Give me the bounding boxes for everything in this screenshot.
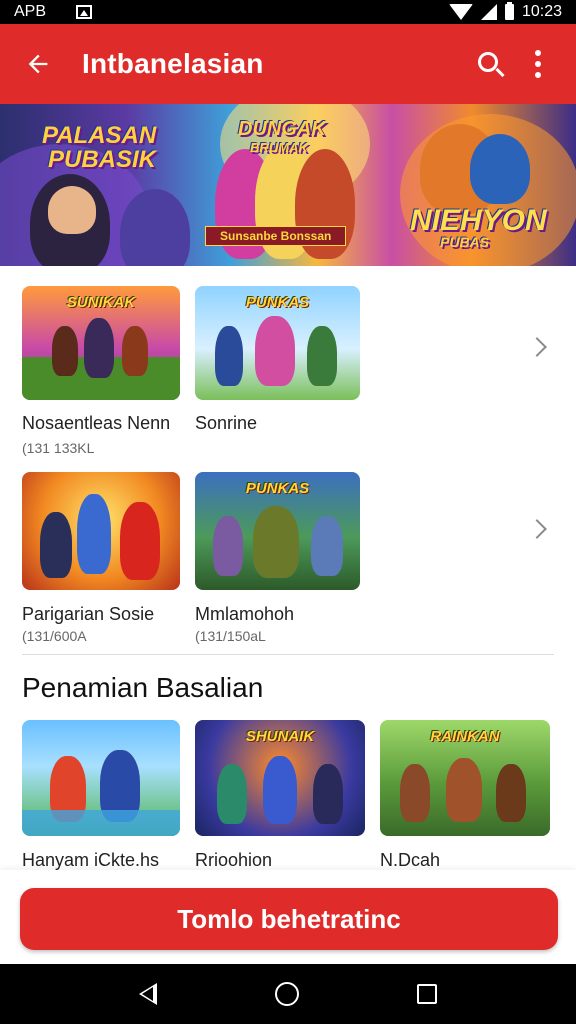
system-nav-bar (0, 964, 576, 1024)
wifi-icon (448, 4, 473, 20)
signal-icon (480, 4, 497, 20)
game-subtitle: (131 133KL (22, 440, 95, 456)
image-notification-icon (76, 5, 93, 19)
nav-back-icon[interactable] (139, 983, 157, 1005)
clock: 10:23 (521, 3, 562, 20)
game-subtitle: (131/150aL (195, 628, 266, 644)
banner-text-left-2: PUBASIK (48, 146, 157, 173)
chevron-right-icon[interactable] (527, 337, 547, 357)
page-title: Intbanelasian (82, 48, 264, 79)
game-art-label: SUNIKAK (66, 294, 136, 311)
game-title[interactable]: Parigarian Sosie (22, 604, 154, 625)
primary-action-button[interactable]: Tomlo behetratinc (20, 888, 558, 950)
more-vert-icon (535, 50, 541, 78)
back-button[interactable] (14, 40, 62, 88)
game-thumbnail-2[interactable]: PUNKAS (195, 286, 360, 400)
more-options-button[interactable] (514, 40, 562, 88)
game-art-label: RAINKAN (430, 728, 500, 745)
featured-banner[interactable]: PALASAN PUBASIK DUNGAK BRUMAK Sunsanbe B… (0, 104, 576, 266)
recommended-thumbnail-3[interactable]: RAINKAN (380, 720, 550, 836)
game-art-label: PUNKAS (245, 480, 310, 497)
chevron-right-icon[interactable] (527, 519, 547, 539)
recommended-thumbnail-1[interactable] (22, 720, 180, 836)
banner-text-right-2: PUBAS (440, 234, 490, 250)
status-bar: APB 10:23 (0, 0, 576, 24)
divider (22, 654, 554, 655)
game-thumbnail-4[interactable]: PUNKAS (195, 472, 360, 590)
nav-recents-icon[interactable] (417, 984, 437, 1004)
carrier-label: APB (14, 3, 47, 20)
banner-text-center-sub: BRUMAK (250, 140, 308, 155)
search-icon (478, 52, 498, 72)
section-title: Penamian Basalian (22, 672, 264, 703)
banner-text-right-1: NIEHYON (410, 204, 547, 237)
game-title[interactable]: Nosaentleas Nenn (22, 413, 170, 434)
recommended-thumbnail-2[interactable]: SHUNAIK (195, 720, 365, 836)
recommended-title[interactable]: Hanyam iCkte.hs (22, 850, 159, 871)
game-art-label: PUNKAS (245, 294, 310, 311)
banner-ribbon: Sunsanbe Bonssan (205, 226, 347, 246)
app-bar: Intbanelasian (0, 24, 576, 104)
game-thumbnail-3[interactable] (22, 472, 180, 590)
back-arrow-icon (28, 54, 48, 74)
battery-icon (504, 2, 514, 20)
game-art-label: SHUNAIK (245, 728, 315, 745)
banner-text-center: DUNGAK (238, 118, 326, 140)
recommended-title[interactable]: Rrioohion (195, 850, 272, 871)
game-title[interactable]: Sonrine (195, 413, 257, 434)
game-thumbnail-1[interactable]: SUNIKAK (22, 286, 180, 400)
nav-home-icon[interactable] (275, 982, 299, 1006)
recommended-title[interactable]: N.Dcah (380, 850, 440, 871)
game-subtitle: (131/600A (22, 628, 87, 644)
search-button[interactable] (466, 40, 514, 88)
game-title[interactable]: Mmlamohoh (195, 604, 294, 625)
